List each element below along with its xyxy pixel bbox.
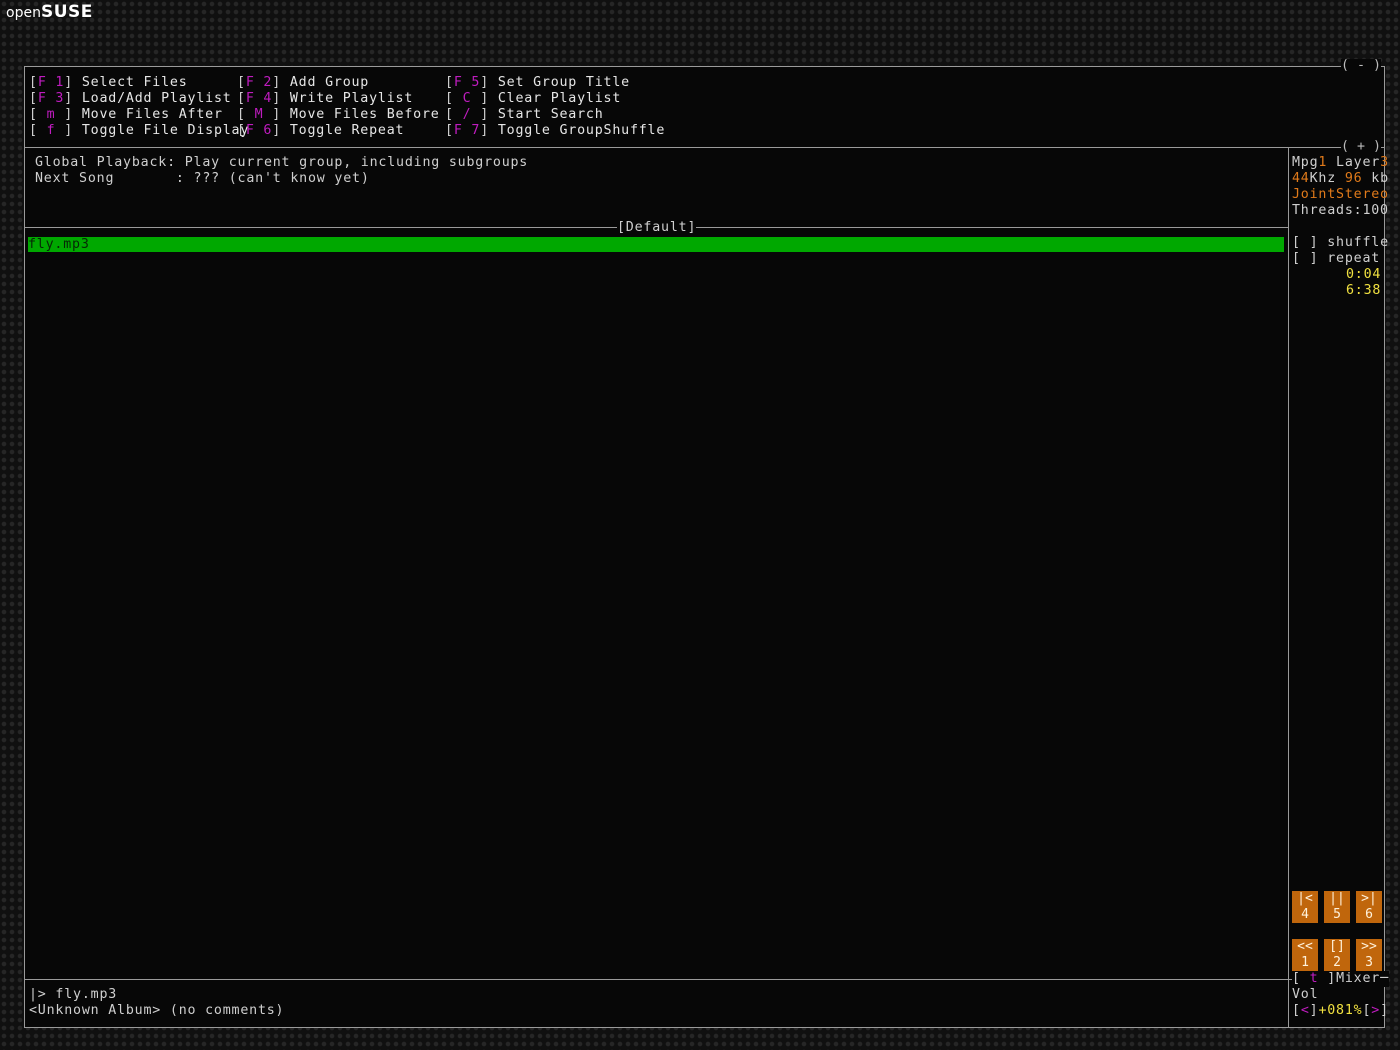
shortcut-key: / [453,107,481,122]
control-number: 1 [1301,955,1309,970]
shortcut-key: F 2 [245,75,273,90]
menu-item-label: Load/Add Playlist [81,91,232,106]
shortcut-key: C [453,91,481,106]
menu-item-label: Write Playlist [289,91,414,106]
shortcut-key: F 3 [37,91,65,106]
menu-item[interactable]: [F 5] Set Group Title [445,75,630,91]
repeat-toggle[interactable]: [ ] repeat [1292,251,1380,267]
menu-item-label: Start Search [497,107,604,122]
shortcut-key: F 7 [453,123,481,138]
elapsed-time: 0:04 [1346,267,1382,282]
divider [25,979,1384,980]
menu-item-label: Toggle File Display [81,123,250,138]
control-glyph: >| [1361,891,1377,906]
control-glyph: >> [1361,939,1377,954]
shortcut-key: F 4 [245,91,273,106]
menu-item[interactable]: [ C ] Clear Playlist [445,91,621,107]
menu-item-label: Set Group Title [497,75,630,90]
shuffle-toggle[interactable]: [ ] shuffle [1292,235,1389,251]
shortcut-key: f [37,123,65,138]
menu-item-label: Move Files After [81,107,223,122]
mixer-header[interactable]: [ t ]Mixer─ [1292,971,1389,987]
shortcut-key: m [37,107,65,122]
volume-control[interactable]: [<]+081%[>] [1292,1003,1389,1019]
menu-item-label: Toggle Repeat [289,123,405,138]
menu-item[interactable]: [ m ] Move Files After [29,107,223,123]
divider [25,147,1384,148]
volume-up-key[interactable]: > [1371,1003,1380,1018]
menu-item[interactable]: [F 4] Write Playlist [237,91,413,107]
volume-down-key[interactable]: < [1301,1003,1310,1018]
playlist-group-title[interactable]: [Default] [617,220,697,236]
volume-label: Vol [1292,987,1319,1002]
next-song-status: Next Song : ??? (can't know yet) [35,171,370,186]
bitrate-info: 44Khz 96 kb [1292,171,1389,186]
menu-item[interactable]: [F 2] Add Group [237,75,369,91]
menu-item[interactable]: [F 3] Load/Add Playlist [29,91,232,107]
pause-button[interactable]: || 5 [1324,891,1350,923]
minimize-button[interactable]: ( - ) [1341,59,1382,73]
now-playing-line: |> fly.mp3 [29,987,118,1002]
next-track-button[interactable]: >| 6 [1356,891,1382,923]
control-number: 2 [1333,955,1341,970]
terminal-window: ( - ) ( + ) [F 1] Select Files [F 2] Add … [24,59,1389,1028]
menu-item-label: Move Files Before [289,107,440,122]
menu-item[interactable]: [F 6] Toggle Repeat [237,123,404,139]
playback-status: Global Playback: Play current group, inc… [35,155,529,170]
stop-button[interactable]: [] 2 [1324,939,1350,971]
menu-item[interactable]: [ f ] Toggle File Display [29,123,249,139]
menu-item[interactable]: [F 1] Select Files [29,75,188,91]
codec-info: Mpg1 Layer3 [1292,155,1389,170]
control-number: 3 [1365,955,1373,970]
menu-item[interactable]: [ / ] Start Search [445,107,604,123]
shortcut-key: F 6 [245,123,273,138]
control-glyph: || [1329,891,1345,906]
shortcut-key: F 5 [453,75,481,90]
control-glyph: [] [1329,939,1345,954]
stereo-mode: JointStereo [1292,187,1389,202]
menu-item[interactable]: [F 7] Toggle GroupShuffle [445,123,665,139]
previous-track-button[interactable]: |< 4 [1292,891,1318,923]
shortcut-key: M [245,107,273,122]
menu-item-label: Add Group [289,75,370,90]
fast-forward-button[interactable]: >> 3 [1356,939,1382,971]
divider [1288,147,1289,1027]
menu-item-label: Clear Playlist [497,91,622,106]
control-glyph: |< [1297,891,1313,906]
total-time: 6:38 [1346,283,1382,298]
control-number: 4 [1301,907,1309,922]
shortcut-key: F 1 [37,75,65,90]
opensuse-logo: openSUSE [6,2,93,22]
menu-item[interactable]: [ M ] Move Files Before [237,107,440,123]
menu-item-label: Toggle GroupShuffle [497,123,666,138]
album-info-line: <Unknown Album> (no comments) [29,1003,285,1018]
playlist-item[interactable]: fly.mp3 [28,237,1284,252]
control-glyph: << [1297,939,1313,954]
menu-item-label: Select Files [81,75,188,90]
rewind-button[interactable]: << 1 [1292,939,1318,971]
maximize-button[interactable]: ( + ) [1341,140,1382,154]
control-number: 5 [1333,907,1341,922]
control-number: 6 [1365,907,1373,922]
threads-info: Threads:100 [1292,203,1389,218]
